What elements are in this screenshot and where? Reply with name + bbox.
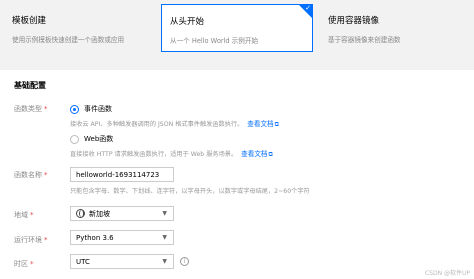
chevron-down-icon: ▼ [162, 258, 167, 265]
card-title: 使用容器镜像 [328, 16, 380, 26]
info-icon[interactable]: i [180, 257, 189, 266]
card-desc: 使用示例模板快速创建一个函数或应用 [12, 36, 125, 44]
check-icon: ✓ [305, 4, 311, 12]
card-container-image[interactable]: 使用容器镜像 基于容器镜像来创建函数 [320, 4, 470, 52]
chevron-down-icon: ▼ [162, 234, 167, 241]
docs-link[interactable]: 查看文档 [247, 120, 273, 128]
card-from-scratch[interactable]: 从头开始 从一个 Hello World 示例开始 ✓ [161, 4, 313, 52]
radio-checked-icon[interactable] [70, 104, 79, 114]
card-template[interactable]: 模板创建 使用示例模板快速创建一个函数或应用 [4, 4, 154, 52]
external-link-icon: ⧉ [268, 151, 273, 158]
card-desc: 从一个 Hello World 示例开始 [170, 37, 259, 45]
globe-icon [76, 209, 85, 218]
creation-mode-cards: 模板创建 使用示例模板快速创建一个函数或应用 从头开始 从一个 Hello Wo… [0, 0, 474, 62]
event-function-hint: 接收云 API、多种触发器调用的 JSON 格式事件触发函数执行。 查看文档⧉ [70, 120, 279, 128]
watermark: CSDN @软件UP [424, 270, 470, 277]
function-type-label: 函数类型 * [14, 105, 48, 113]
basic-config-panel: 基础配置 函数类型 * 事件函数 接收云 API、多种触发器调用的 JSON 格式… [0, 62, 474, 279]
radio-label: 事件函数 [84, 105, 112, 113]
timezone-select[interactable]: UTC ▼ [70, 254, 174, 269]
section-title: 基础配置 [14, 81, 46, 90]
runtime-label: 运行环境 * [14, 236, 48, 244]
region-label: 地域 * [14, 211, 34, 219]
web-function-hint: 直接接收 HTTP 请求触发函数执行，适用于 Web 服务场景。 查看文档⧉ [70, 150, 273, 158]
chevron-down-icon: ▼ [162, 210, 167, 217]
timezone-label: 时区 * [14, 260, 34, 268]
region-select[interactable]: 新加坡 ▼ [70, 206, 174, 221]
card-title: 模板创建 [12, 16, 47, 26]
card-title: 从头开始 [170, 17, 205, 27]
docs-link[interactable]: 查看文档 [241, 150, 267, 158]
radio-event-function[interactable]: 事件函数 [70, 104, 112, 114]
function-name-input[interactable]: helloworld-1693114723 [70, 167, 174, 182]
external-link-icon: ⧉ [274, 121, 279, 128]
radio-unchecked-icon[interactable] [70, 134, 79, 144]
card-desc: 基于容器镜像来创建函数 [328, 36, 401, 44]
runtime-select[interactable]: Python 3.6 ▼ [70, 230, 174, 245]
radio-web-function[interactable]: Web函数 [70, 134, 113, 144]
function-name-label: 函数名称 * [14, 171, 48, 179]
function-name-hint: 只能包含字母、数字、下划线、连字符，以字母开头，以数字或字母结尾，2~60个字符 [70, 188, 310, 195]
radio-label: Web函数 [84, 135, 114, 143]
